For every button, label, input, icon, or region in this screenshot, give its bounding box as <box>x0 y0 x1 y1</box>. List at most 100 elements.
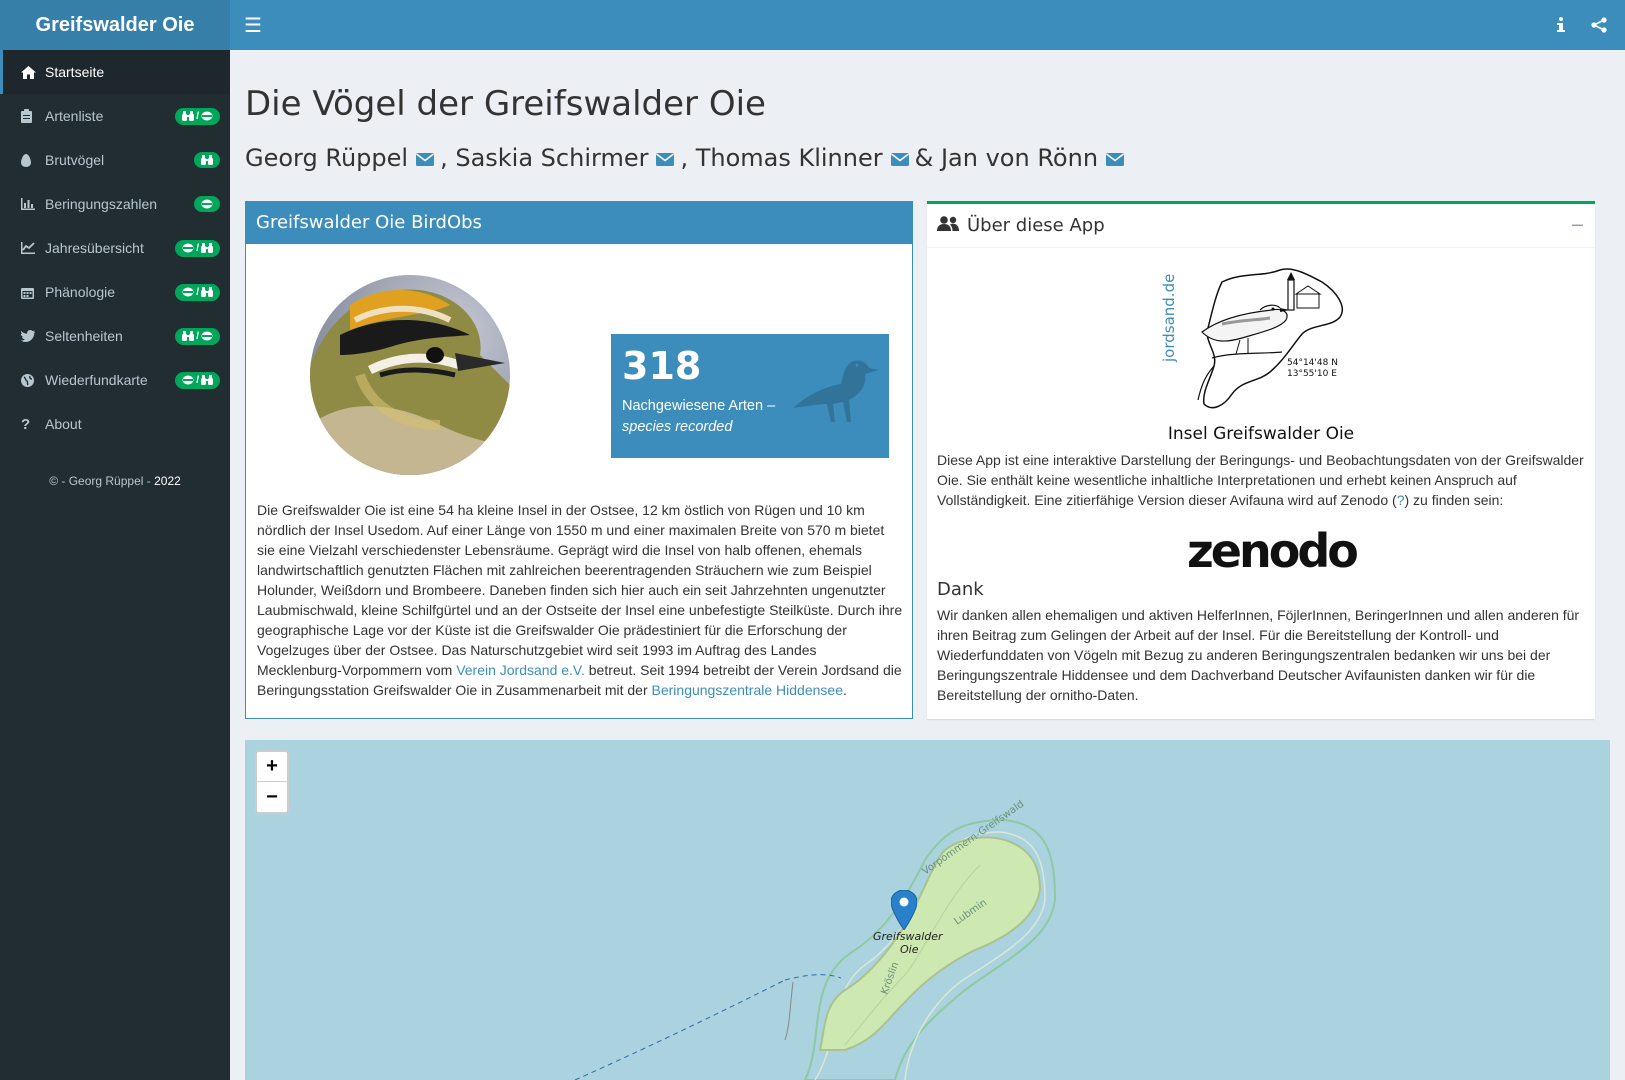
ring-icon <box>182 375 194 385</box>
app-brand[interactable]: Greifswalder Oie <box>0 0 230 50</box>
map-place-label: Greifswalder <box>873 930 944 943</box>
birdobs-header: Greifswalder Oie BirdObs <box>246 202 912 244</box>
ring-badge <box>194 196 220 212</box>
ring-binoculars-badge: / <box>175 239 220 257</box>
sidebar-item-label: Startseite <box>45 64 105 80</box>
sidebar-item-label: Phänologie <box>45 284 116 300</box>
users-icon <box>937 215 959 236</box>
ring-icon <box>182 243 194 253</box>
sidebar-item-brutvoegel[interactable]: Brutvögel <box>0 138 230 182</box>
binoculars-icon <box>201 287 213 297</box>
about-app-title: Über diese App <box>967 215 1105 236</box>
hiddensee-link[interactable]: Beringungszentrale Hiddensee <box>652 682 843 698</box>
home-icon <box>21 65 45 79</box>
sidebar-item-about[interactable]: ? About <box>0 402 230 446</box>
twitter-bird-icon <box>21 330 45 342</box>
share-icon[interactable] <box>1591 17 1607 33</box>
bar-chart-icon <box>21 198 45 210</box>
ring-icon <box>182 287 194 297</box>
ring-icon <box>201 199 213 209</box>
sidebar-item-phaenologie[interactable]: Phänologie / <box>0 270 230 314</box>
collapse-icon[interactable]: − <box>1570 215 1585 236</box>
logo-coord-n: 54°14'48 N <box>1287 358 1338 368</box>
sidebar-item-label: Brutvögel <box>45 152 105 168</box>
crow-icon <box>791 356 881 431</box>
copyright: © - Georg Rüppel - 2022 <box>0 474 230 488</box>
zoom-out-button[interactable]: − <box>257 782 287 812</box>
page-title: Die Vögel der Greifswalder Oie <box>245 84 766 124</box>
binoculars-ring-badge: / <box>175 107 220 125</box>
clipboard-icon <box>21 109 45 123</box>
authors-line: Georg Rüppel , Saskia Schirmer , Thomas … <box>245 144 1610 172</box>
info-icon[interactable] <box>1557 17 1565 33</box>
description-text: . <box>842 682 847 698</box>
envelope-icon[interactable] <box>890 144 909 172</box>
globe-icon <box>21 373 45 387</box>
top-navbar: ☰ <box>230 0 1625 50</box>
sidebar: Startseite Artenliste / Brutvögel Bering… <box>0 50 230 1080</box>
author-name: , Saskia Schirmer <box>440 144 649 172</box>
author-name: & Jan von Rönn <box>914 144 1099 172</box>
binoculars-icon <box>201 155 213 165</box>
copyright-text: © - Georg Rüppel - <box>49 474 155 488</box>
binoculars-ring-badge: / <box>175 327 220 345</box>
top-right-controls <box>1557 17 1607 33</box>
sidebar-item-seltenheiten[interactable]: Seltenheiten / <box>0 314 230 358</box>
ring-icon <box>201 111 213 121</box>
ring-binoculars-badge: / <box>175 371 220 389</box>
envelope-icon[interactable] <box>1106 144 1125 172</box>
sidebar-item-label: About <box>45 416 82 432</box>
sidebar-item-label: Jahresübersicht <box>45 240 144 256</box>
zenodo-logo[interactable]: zenodo <box>1187 524 1359 578</box>
jordsand-side-text: jordsand.de <box>1162 274 1178 363</box>
brand-title[interactable]: Greifswalder Oie <box>36 14 195 37</box>
sidebar-item-jahresuebersicht[interactable]: Jahresübersicht / <box>0 226 230 270</box>
copyright-year: 2022 <box>154 474 181 488</box>
question-icon: ? <box>21 415 31 433</box>
envelope-icon[interactable] <box>416 144 435 172</box>
island-map[interactable]: Vorpommern-Greifswald Lubmin Kröslin Gre… <box>245 740 1610 1080</box>
island-description: Die Greifswalder Oie ist eine 54 ha klei… <box>257 500 903 700</box>
calendar-icon <box>21 286 45 299</box>
sidebar-toggle-icon[interactable]: ☰ <box>244 13 262 38</box>
sidebar-item-label: Seltenheiten <box>45 328 123 344</box>
sidebar-item-artenliste[interactable]: Artenliste / <box>0 94 230 138</box>
ring-binoculars-badge: / <box>175 283 220 301</box>
about-text: Diese App ist eine interaktive Darstellu… <box>937 450 1585 510</box>
author-name: , Thomas Klinner <box>680 144 883 172</box>
sidebar-item-label: Beringungszahlen <box>45 196 158 212</box>
species-count-box: 318 Nachgewiesene Arten – species recorde… <box>611 334 889 458</box>
dank-text: Wir danken allen ehemaligen und aktiven … <box>937 607 1580 703</box>
about-app-header: Über diese App − <box>927 204 1595 248</box>
species-count-label: Nachgewiesene Arten – <box>622 398 776 414</box>
dank-heading: Dank <box>937 579 984 600</box>
zoom-control: + − <box>255 750 289 814</box>
logo-caption: Insel Greifswalder Oie <box>1167 424 1355 444</box>
main-content: Die Vögel der Greifswalder Oie Georg Rüp… <box>230 50 1625 1080</box>
sidebar-item-wiederfundkarte[interactable]: Wiederfundkarte / <box>0 358 230 402</box>
map-marker-icon[interactable] <box>891 890 917 930</box>
binoculars-icon <box>182 331 195 341</box>
binoculars-icon <box>201 375 213 385</box>
zoom-in-button[interactable]: + <box>257 752 287 782</box>
jordsand-island-logo: jordsand.de 54°14'48 N 13°55'10 E <box>1160 262 1362 427</box>
map-canvas: Vorpommern-Greifswald Lubmin Kröslin Gre… <box>574 799 1057 1080</box>
sidebar-item-beringungszahlen[interactable]: Beringungszahlen <box>0 182 230 226</box>
binoculars-icon <box>201 243 213 253</box>
author-name: Georg Rüppel <box>245 144 409 172</box>
about-app-box: Über diese App − jordsand.de 54°14'48 N … <box>927 201 1595 719</box>
jordsand-link[interactable]: Verein Jordsand e.V. <box>456 662 585 678</box>
sidebar-item-label: Artenliste <box>45 108 104 124</box>
firecrest-photo <box>310 275 510 475</box>
map-place-label: Oie <box>900 943 919 956</box>
birdobs-box: Greifswalder Oie BirdObs 318 Nachgewiese… <box>245 201 913 719</box>
about-text-part: ) zu finden sein: <box>1404 492 1504 508</box>
envelope-icon[interactable] <box>656 144 675 172</box>
description-text: Die Greifswalder Oie ist eine 54 ha klei… <box>257 502 903 678</box>
line-chart-icon <box>21 242 45 254</box>
sidebar-item-startseite[interactable]: Startseite <box>0 50 230 94</box>
ring-icon <box>201 331 213 341</box>
egg-icon <box>21 153 45 167</box>
species-count-label-en: species recorded <box>622 419 733 435</box>
binoculars-icon <box>182 111 195 121</box>
